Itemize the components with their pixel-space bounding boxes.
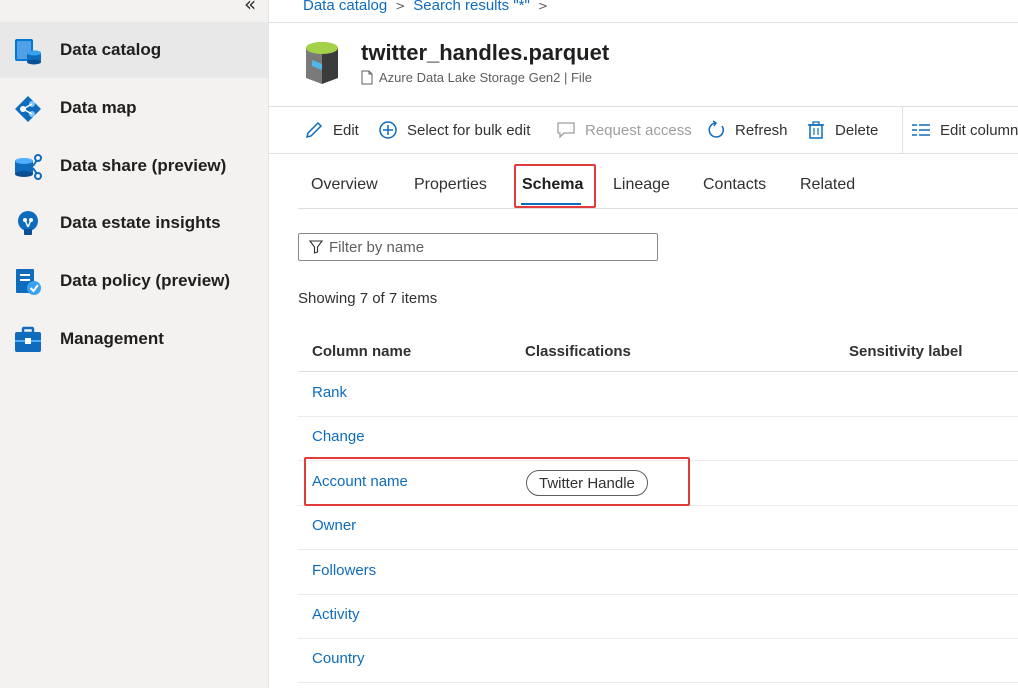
edit-label: Edit — [333, 121, 359, 139]
left-navigation: « Data catalog Data map Data share (prev… — [0, 0, 269, 688]
breadcrumb-search-results[interactable]: Search results "*" — [413, 0, 530, 14]
command-bar: Edit Select for bulk edit Request access… — [268, 106, 1018, 154]
add-circle-icon — [379, 121, 397, 139]
filter-by-name-input[interactable]: Filter by name — [298, 233, 658, 261]
table-row: Followers — [298, 550, 1018, 595]
parquet-file-icon — [306, 42, 338, 84]
tab-overview[interactable]: Overview — [311, 176, 378, 194]
table-row: Change — [298, 416, 1018, 461]
nav-label: Data map — [60, 98, 137, 117]
management-icon — [15, 326, 41, 352]
file-icon — [361, 70, 373, 85]
column-header-sensitivity-label[interactable]: Sensitivity label — [849, 343, 962, 360]
table-row: Country — [298, 638, 1018, 683]
column-name-link[interactable]: Followers — [312, 562, 376, 579]
breadcrumb-separator: > — [395, 0, 406, 13]
breadcrumb-separator: > — [537, 0, 548, 13]
nav-item-data-map[interactable]: Data map — [0, 80, 268, 136]
tab-related[interactable]: Related — [800, 176, 855, 194]
refresh-icon — [708, 120, 724, 138]
header-divider — [268, 22, 1018, 23]
data-policy-icon — [16, 269, 41, 295]
comment-icon — [557, 122, 575, 139]
nav-item-data-policy[interactable]: Data policy (preview) — [0, 253, 268, 309]
asset-subtitle: Azure Data Lake Storage Gen2 | File — [361, 70, 592, 85]
column-header-column-name[interactable]: Column name — [312, 343, 411, 360]
data-share-icon — [15, 154, 42, 180]
trash-icon — [808, 121, 824, 139]
nav-label: Data estate insights — [60, 213, 221, 232]
data-map-icon — [15, 96, 41, 122]
insights-icon — [18, 211, 38, 235]
data-catalog-icon — [15, 39, 41, 65]
column-name-link[interactable]: Activity — [312, 606, 360, 623]
edit-button[interactable]: Edit — [304, 107, 359, 153]
collapse-nav-icon[interactable]: « — [244, 0, 256, 14]
table-row: Activity — [298, 594, 1018, 639]
pencil-icon — [305, 121, 323, 139]
tab-contacts[interactable]: Contacts — [703, 176, 766, 194]
filter-icon — [309, 240, 323, 254]
delete-button[interactable]: Delete — [806, 107, 878, 153]
tab-bar: Overview Properties Schema Lineage Conta… — [298, 166, 1018, 209]
account-name-row-highlight — [304, 457, 690, 506]
column-name-link[interactable]: Country — [312, 650, 365, 667]
nav-item-data-estate-insights[interactable]: Data estate insights — [0, 195, 268, 251]
column-name-link[interactable]: Owner — [312, 517, 356, 534]
refresh-button[interactable]: Refresh — [706, 107, 788, 153]
table-row: Rank — [298, 372, 1018, 417]
nav-label: Management — [60, 329, 164, 348]
column-name-link[interactable]: Change — [312, 428, 365, 445]
table-row: Owner — [298, 505, 1018, 550]
column-name-link[interactable]: Rank — [312, 384, 347, 401]
breadcrumb: Data catalog > Search results "*" > — [303, 0, 556, 14]
bulk-edit-label: Select for bulk edit — [407, 121, 531, 139]
asset-type-label: Azure Data Lake Storage Gen2 | File — [379, 70, 592, 85]
breadcrumb-data-catalog[interactable]: Data catalog — [303, 0, 387, 14]
nav-label: Data catalog — [60, 40, 162, 59]
columns-list-icon — [912, 124, 930, 136]
item-count: Showing 7 of 7 items — [298, 290, 438, 307]
request-access-label: Request access — [585, 121, 692, 139]
tab-lineage[interactable]: Lineage — [613, 176, 670, 194]
toolbar-divider — [902, 107, 903, 153]
edit-columns-button[interactable]: Edit column — [911, 107, 1018, 153]
column-header-classifications[interactable]: Classifications — [525, 343, 631, 360]
refresh-label: Refresh — [735, 121, 788, 139]
select-bulk-edit-button[interactable]: Select for bulk edit — [378, 107, 530, 153]
nav-label: Data policy (preview) — [60, 271, 231, 290]
delete-label: Delete — [835, 121, 879, 139]
edit-columns-label: Edit column — [940, 121, 1018, 139]
filter-placeholder: Filter by name — [329, 238, 425, 256]
tab-properties[interactable]: Properties — [414, 176, 487, 194]
nav-label: Data share (preview) — [60, 156, 227, 175]
request-access-button[interactable]: Request access — [556, 107, 692, 153]
nav-item-data-catalog[interactable]: Data catalog — [0, 22, 268, 78]
schema-tab-highlight — [514, 164, 596, 208]
asset-title: twitter_handles.parquet — [361, 40, 610, 65]
nav-item-data-share[interactable]: Data share (preview) — [0, 138, 268, 194]
nav-item-management[interactable]: Management — [0, 311, 268, 367]
